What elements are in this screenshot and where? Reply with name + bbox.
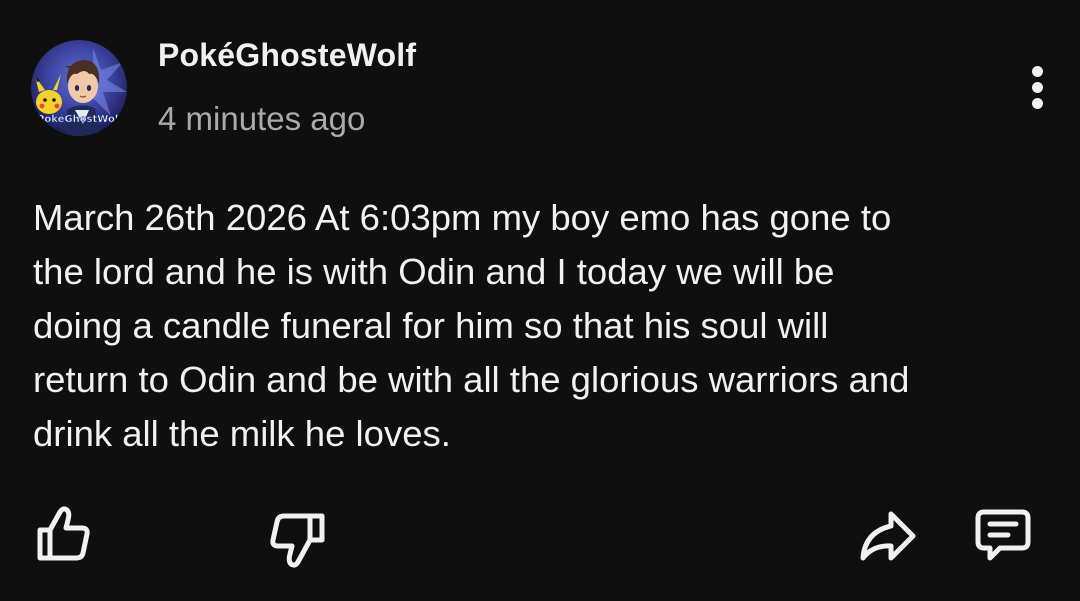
- thumbs-up-icon: [37, 506, 90, 561]
- community-post: PokéGhostWolf PokéGhosteWolf 4 minutes a…: [0, 0, 1080, 601]
- comment-icon: [975, 509, 1031, 561]
- more-dot-icon: [1032, 66, 1043, 77]
- avatar[interactable]: PokéGhostWolf: [31, 40, 127, 136]
- post-timestamp: 4 minutes ago: [158, 100, 366, 137]
- share-button[interactable]: [855, 502, 919, 566]
- more-dot-icon: [1032, 98, 1043, 109]
- avatar-image: PokéGhostWolf: [31, 40, 127, 136]
- more-options-button[interactable]: [1020, 62, 1056, 112]
- share-icon: [860, 511, 916, 561]
- more-dot-icon: [1032, 82, 1043, 93]
- avatar-logo-text: PokéGhostWolf: [37, 113, 123, 125]
- author-name[interactable]: PokéGhosteWolf: [158, 37, 416, 74]
- dislike-button[interactable]: [266, 504, 330, 568]
- post-body: March 26th 2026 At 6:03pm my boy emo has…: [33, 197, 910, 454]
- like-button[interactable]: [30, 500, 94, 564]
- comment-button[interactable]: [970, 502, 1034, 566]
- thumbs-down-icon: [270, 513, 325, 568]
